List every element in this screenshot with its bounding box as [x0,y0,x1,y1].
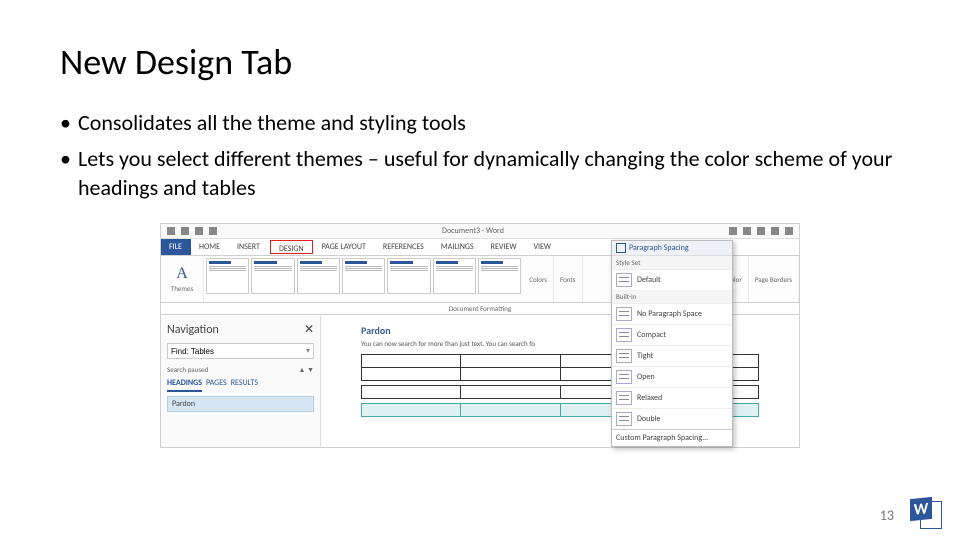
minimize-icon[interactable] [757,227,765,235]
spacing-option-label: Open [637,372,655,382]
close-icon[interactable] [785,227,793,235]
paragraph-spacing-icon [616,243,626,253]
colors-button[interactable]: Colors [523,256,554,302]
spacing-swatch-icon [616,307,632,321]
style-thumb[interactable] [297,258,340,294]
themes-label: Themes [171,284,193,293]
spacing-option[interactable]: Double [612,408,732,429]
spacing-option-default[interactable]: Default [612,269,732,290]
page-number: 13 [880,507,894,524]
style-thumb[interactable] [478,258,521,294]
spacing-option[interactable]: Compact [612,324,732,345]
spacing-option-label: Default [637,275,661,285]
nav-prev-next[interactable]: ▲ ▼ [299,365,314,374]
spacing-option[interactable]: Tight [612,345,732,366]
nav-close-icon[interactable]: ✕ [304,322,314,337]
tab-references[interactable]: REFERENCES [375,239,433,255]
bullet-item: Lets you select different themes – usefu… [60,144,900,203]
spacing-option-label: Double [637,414,660,424]
help-icon[interactable] [729,227,737,235]
spacing-option-label: Custom Paragraph Spacing... [616,433,708,443]
dropdown-section-styleset: Style Set [612,256,732,269]
nav-search[interactable]: ▾ [167,343,314,359]
paragraph-spacing-dropdown: Paragraph Spacing Style Set Default Buil… [611,240,733,447]
undo-icon[interactable] [195,227,203,235]
spacing-swatch-icon [616,370,632,384]
style-thumb[interactable] [251,258,294,294]
tab-design[interactable]: DESIGN [270,240,313,254]
style-thumb[interactable] [206,258,249,294]
spacing-option-label: Compact [637,330,666,340]
nav-tab-headings[interactable]: HEADINGS [167,378,202,392]
slide-title: New Design Tab [60,40,900,84]
tab-review[interactable]: REVIEW [483,239,526,255]
spacing-swatch-icon [616,273,632,287]
nav-result-item[interactable]: Pardon [167,396,314,412]
style-gallery[interactable] [204,256,523,302]
bullet-list: Consolidates all the theme and styling t… [60,108,900,203]
screenshot-figure: Document3 - Word FILE HOME INSERT DESIGN… [160,223,800,448]
word-icon [167,227,175,235]
spacing-option-custom[interactable]: Custom Paragraph Spacing... [612,429,732,446]
tab-view[interactable]: VIEW [525,239,560,255]
spacing-option[interactable]: Open [612,366,732,387]
themes-button[interactable]: A Themes [161,256,204,302]
spacing-option[interactable]: Relaxed [612,387,732,408]
word-logo: W [910,498,942,530]
nav-tab-results[interactable]: RESULTS [231,378,258,392]
redo-icon[interactable] [209,227,217,235]
colors-label: Colors [529,275,547,284]
search-dropdown-icon[interactable]: ▾ [303,346,313,356]
spacing-swatch-icon [616,391,632,405]
tab-home[interactable]: HOME [191,239,229,255]
spacing-option[interactable]: No Paragraph Space [612,303,732,324]
spacing-swatch-icon [616,349,632,363]
themes-icon: A [176,266,188,282]
style-thumb[interactable] [342,258,385,294]
style-thumb[interactable] [433,258,476,294]
spacing-option-label: Relaxed [637,393,662,403]
nav-search-input[interactable] [168,347,303,356]
spacing-option-label: No Paragraph Space [637,309,702,319]
search-status: Search paused [167,365,208,374]
page-borders-label: Page Borders [755,275,792,284]
tab-page-layout[interactable]: PAGE LAYOUT [314,239,375,255]
paragraph-spacing-button[interactable]: Paragraph Spacing [612,241,732,256]
ribbon-options-icon[interactable] [743,227,751,235]
dropdown-section-builtin: Built-In [612,290,732,303]
tab-mailings[interactable]: MAILINGS [433,239,483,255]
save-icon[interactable] [181,227,189,235]
paragraph-spacing-label: Paragraph Spacing [629,243,689,253]
word-window: Document3 - Word FILE HOME INSERT DESIGN… [160,223,800,448]
style-thumb[interactable] [387,258,430,294]
document-title: Document3 - Word [223,226,723,236]
navigation-pane: Navigation ✕ ▾ Search paused ▲ ▼ HEADING… [161,316,321,447]
fonts-button[interactable]: Fonts [554,256,583,302]
fonts-label: Fonts [560,275,576,284]
bullet-item: Consolidates all the theme and styling t… [60,108,900,138]
tab-insert[interactable]: INSERT [229,239,269,255]
tab-file[interactable]: FILE [161,239,191,255]
nav-pane-title: Navigation [167,323,219,337]
spacing-swatch-icon [616,412,632,426]
maximize-icon[interactable] [771,227,779,235]
spacing-option-label: Tight [637,351,653,361]
nav-tabs: HEADINGS PAGES RESULTS [167,378,314,392]
nav-tab-pages[interactable]: PAGES [206,378,227,392]
spacing-swatch-icon [616,328,632,342]
title-bar: Document3 - Word [161,224,799,239]
page-borders-button[interactable]: Page Borders [749,256,799,302]
